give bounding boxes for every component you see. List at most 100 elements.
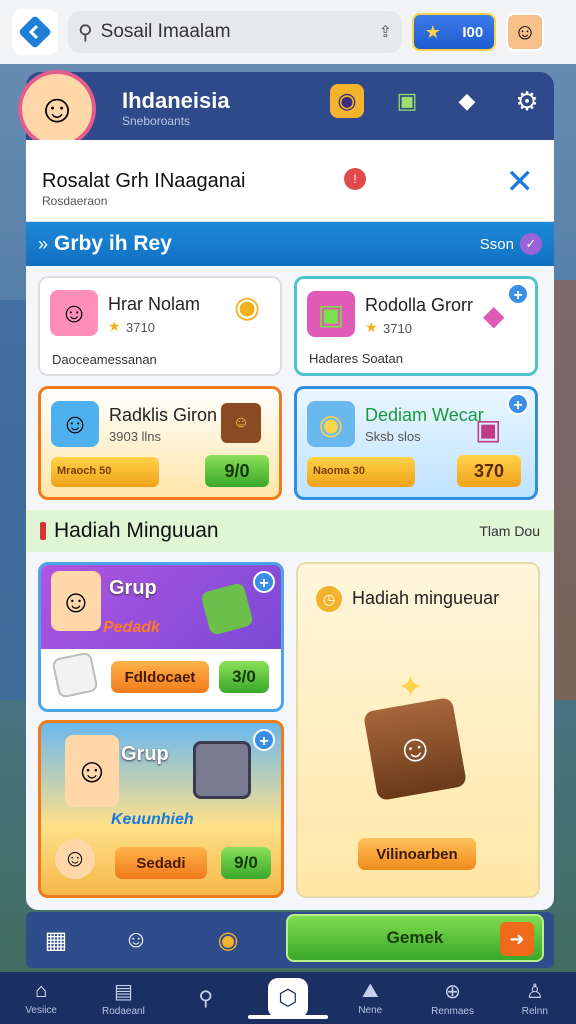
nav-item-shop[interactable]: ▤ Rodaeanl xyxy=(82,972,164,1024)
header-title: Ihdaneisia xyxy=(122,88,230,113)
profile-avatar[interactable]: ☺ xyxy=(506,13,544,51)
nav-label: Vesiice xyxy=(25,1005,57,1016)
progress-stars-bar: Naoma 30 xyxy=(307,457,415,487)
weekly-reward-card[interactable]: ◷ Hadiah mingueuar ☺ ✦ Vilinoarben xyxy=(296,562,540,898)
center-hexagon-icon: ⬡ xyxy=(267,978,308,1018)
card-name: Dediam Wecar xyxy=(365,405,484,425)
add-icon[interactable]: + xyxy=(507,393,529,415)
dice-icon[interactable]: ◆ xyxy=(450,84,484,118)
card-name: Rodolla Grorr xyxy=(365,295,474,315)
coin-balance-button[interactable]: ★ I00 xyxy=(412,13,496,51)
reward-card-grid: ☺ Hrar Nolam 3710 ★ ◉ Daoceamessanan ▣ R… xyxy=(38,276,542,502)
add-icon[interactable]: + xyxy=(507,283,529,305)
nav-item-home[interactable]: ⌂ Vesiice xyxy=(0,972,82,1024)
share-icon[interactable]: ⇪ xyxy=(379,22,392,42)
chest-icon: ☺ xyxy=(362,696,468,802)
reward-card-2[interactable]: ▣ Rodolla Grorr 3710 ★ ◆ + Hadares Soata… xyxy=(294,276,538,376)
close-icon[interactable]: ✕ xyxy=(506,162,535,202)
user-info-row: Rosalat Grh INaaganai Rosdaeraon ! ✕ xyxy=(26,140,554,222)
card-score: 3903 llns xyxy=(109,429,162,444)
section-link[interactable]: Sson xyxy=(480,236,514,253)
nav-label: Nene xyxy=(358,1005,383,1016)
section-link[interactable]: Tlam Dou xyxy=(479,523,540,539)
group-action-button[interactable]: Fdldocaet xyxy=(111,661,209,693)
nav-item-stats[interactable]: ⛰ Nene xyxy=(329,972,411,1024)
card-score: 3710 xyxy=(126,320,155,335)
trophy-icon[interactable]: ◉ xyxy=(330,84,364,118)
character-icon: ☺ xyxy=(65,735,119,807)
primary-green-button[interactable]: Gemek ➜ xyxy=(286,914,544,962)
coin-bag-icon[interactable]: ◉ xyxy=(210,922,246,958)
card-score: Sksb slos xyxy=(365,429,421,444)
nav-label: Renmaes xyxy=(431,1006,474,1017)
section-title: Hadiah Minguuan xyxy=(54,519,219,542)
player-face-icon: ☺ xyxy=(36,86,78,131)
add-icon[interactable]: + xyxy=(253,729,275,751)
browser-top-bar: ⚲ Sosail Imaalam ⇪ ★ I00 ☺ xyxy=(0,0,576,64)
card-value-button[interactable]: 9/0 xyxy=(205,455,269,487)
group-value-button[interactable]: 3/0 xyxy=(219,661,269,693)
group-card-2[interactable]: ☺ Grup + Keuunhieh ☺ Sedadi 9/0 xyxy=(38,720,284,898)
arrow-right-icon: ➜ xyxy=(500,922,534,956)
group-banner-text: Pedadk xyxy=(103,619,160,636)
settings-gear-icon[interactable]: ⚙ xyxy=(510,84,544,118)
card-avatar-icon: ☺ xyxy=(50,290,98,336)
section-header-weekly: Hadiah Minguuan Tlam Dou xyxy=(26,510,554,552)
star-icon: ★ xyxy=(365,319,378,335)
card-description: Daoceamessanan xyxy=(52,352,157,367)
candy-box-icon: ▣ xyxy=(475,414,502,445)
section-marker-icon xyxy=(40,522,46,540)
notification-icon[interactable]: ! xyxy=(344,168,366,190)
plus-circle-icon: ⊕ xyxy=(444,981,461,1003)
primary-button-label: Gemek xyxy=(386,928,444,947)
group-action-button[interactable]: Sedadi xyxy=(115,847,207,879)
gift-icon[interactable]: ▣ xyxy=(390,84,424,118)
player-avatar[interactable]: ☺ xyxy=(18,70,96,148)
home-icon: ⌂ xyxy=(35,980,48,1002)
section-badge-icon[interactable]: ✓ xyxy=(520,233,542,255)
reward-card-4[interactable]: ◉ Dediam Wecar Sksb slos ▣ + Naoma 30 37… xyxy=(294,386,538,500)
card-description: Hadares Soatan xyxy=(309,351,403,366)
card-score: 3710 xyxy=(383,321,412,336)
reward-card-1[interactable]: ☺ Hrar Nolam 3710 ★ ◉ Daoceamessanan xyxy=(38,276,282,376)
add-icon[interactable]: + xyxy=(253,571,275,593)
user-subtitle: Rosdaeraon xyxy=(42,194,108,208)
nav-label: Relnn xyxy=(521,1006,548,1017)
nav-item-add[interactable]: ⊕ Renmaes xyxy=(411,972,493,1024)
dice-small-icon xyxy=(51,651,99,699)
gift-box-icon: ▣ xyxy=(307,291,355,337)
chest-icon: ☺ xyxy=(221,403,261,443)
card-value-button[interactable]: 370 xyxy=(457,455,521,487)
back-arrow-icon xyxy=(19,16,51,48)
weekly-action-button[interactable]: Vilinoarben xyxy=(358,838,476,870)
progress-stars-bar: Mraoch 50 xyxy=(51,457,159,487)
character-icon: ☺ xyxy=(51,571,101,631)
person-icon: ♙ xyxy=(525,981,544,1003)
main-panel: Rosalat Grh INaaganai Rosdaeraon ! ✕ » G… xyxy=(26,140,554,910)
group-card-1[interactable]: ☺ Grup Pedadk + Fdldocaet 3/0 xyxy=(38,562,284,712)
card-name: Radklis Giron xyxy=(109,405,218,425)
coin-count: I00 xyxy=(462,23,484,41)
weekly-title: Hadiah mingueuar xyxy=(352,588,500,608)
reward-card-3[interactable]: ☺ Radklis Giron 3903 llns ☺ Mraoch 50 9/… xyxy=(38,386,282,500)
nav-item-profile[interactable]: ♙ Relnn xyxy=(494,972,576,1024)
search-input[interactable]: Sosail Imaalam xyxy=(101,21,371,43)
section-title: Grby ih Rey xyxy=(54,232,172,255)
card-avatar-icon: ☺ xyxy=(51,401,99,447)
back-button[interactable] xyxy=(12,9,58,55)
game-header: ☺ Ihdaneisia Sneboroants ◉ ▣ ◆ ⚙ xyxy=(18,70,554,148)
character-icon[interactable]: ☺ xyxy=(118,922,154,958)
grid-menu-icon[interactable]: ▦ xyxy=(38,922,74,958)
nav-item-search[interactable]: ⚲ xyxy=(165,972,247,1024)
group-label: Grup xyxy=(109,577,157,599)
user-name: Rosalat Grh INaaganai xyxy=(42,170,246,192)
character-small-icon: ☺ xyxy=(55,839,95,879)
candy-box-icon xyxy=(193,741,251,799)
action-row: ▦ ☺ ◉ Gemek ➜ xyxy=(26,912,554,968)
double-chevron-icon: » xyxy=(38,233,49,254)
search-bar[interactable]: ⚲ Sosail Imaalam ⇪ xyxy=(68,11,402,53)
coin-stack-icon: ◉ xyxy=(307,401,355,447)
sparkle-icon: ✦ xyxy=(398,671,424,704)
group-banner-text: Keuunhieh xyxy=(111,811,194,828)
group-value-button[interactable]: 9/0 xyxy=(221,847,271,879)
